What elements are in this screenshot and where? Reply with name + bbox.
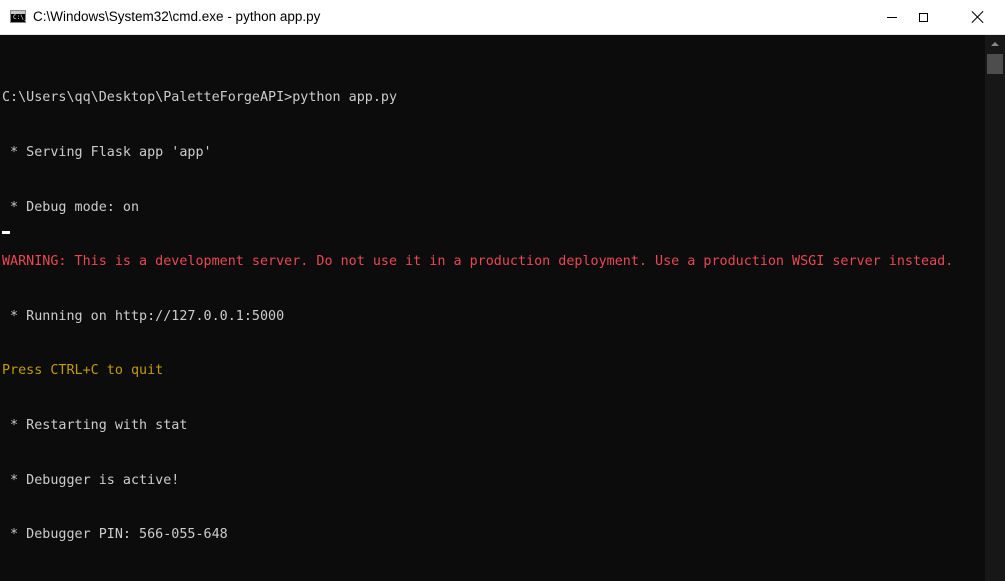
- console-line-warning: WARNING: This is a development server. D…: [2, 254, 954, 270]
- console-line-debugger-pin: * Debugger PIN: 566-055-648: [2, 527, 228, 543]
- close-icon: [972, 11, 984, 23]
- console-line-quit-hint: Press CTRL+C to quit: [2, 363, 164, 379]
- title-bar[interactable]: C:\_ C:\Windows\System32\cmd.exe - pytho…: [0, 0, 1005, 35]
- maximize-icon: [918, 12, 928, 22]
- console-line-restarting: * Restarting with stat: [2, 417, 188, 433]
- cmd-icon[interactable]: C:\_: [10, 10, 28, 23]
- arrow-up-icon: [991, 42, 999, 46]
- console-line-debug-mode: * Debug mode: on: [2, 199, 140, 215]
- maximize-button[interactable]: [900, 0, 946, 34]
- console-output: C:\Users\qq\Desktop\PaletteForgeAPI>pyth…: [2, 53, 953, 581]
- console-line-debugger-active: * Debugger is active!: [2, 472, 180, 488]
- console-line-serving: * Serving Flask app 'app': [2, 145, 212, 160]
- scroll-up-button[interactable]: [985, 35, 1005, 53]
- vertical-scrollbar[interactable]: [985, 35, 1005, 581]
- console-line-running-on: * Running on http://127.0.0.1:5000: [2, 308, 285, 324]
- cmd-icon-prompt: C:\_: [13, 14, 28, 21]
- minimize-icon: [887, 16, 897, 18]
- console-line-command: C:\Users\qq\Desktop\PaletteForgeAPI>pyth…: [2, 90, 398, 106]
- close-button[interactable]: [955, 0, 1001, 34]
- window-title: C:\Windows\System32\cmd.exe - python app…: [33, 9, 321, 24]
- scroll-thumb[interactable]: [987, 54, 1003, 74]
- console-output-area[interactable]: C:\Users\qq\Desktop\PaletteForgeAPI>pyth…: [0, 35, 985, 581]
- text-cursor: [2, 231, 10, 234]
- console-window: C:\_ C:\Windows\System32\cmd.exe - pytho…: [0, 0, 1005, 581]
